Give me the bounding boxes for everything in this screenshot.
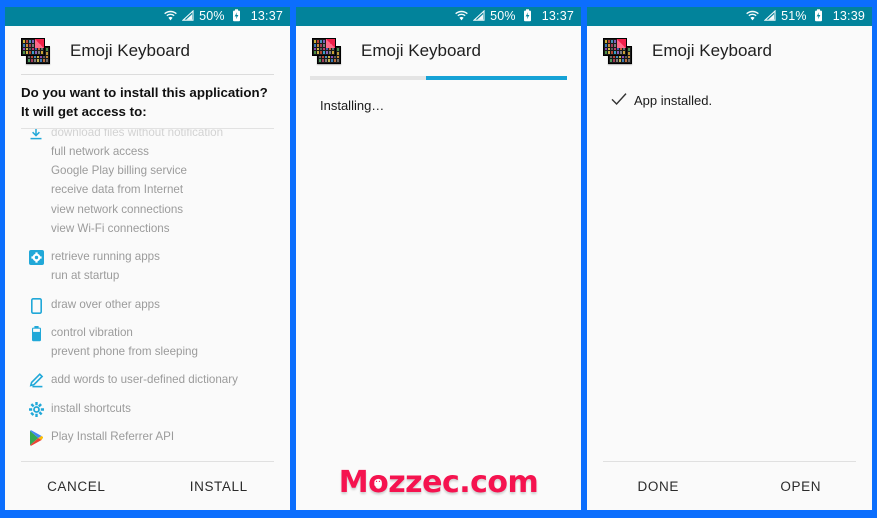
permission-item: receive data from Internet [51,183,184,197]
footer-buttons: CANCEL INSTALL [5,462,290,510]
installed-status-row: App installed. [587,74,872,109]
permission-item: view Wi-Fi connections [51,221,170,235]
footer-buttons: DONE OPEN [587,462,872,510]
permission-item: retrieve running apps [51,250,160,264]
app-title: Emoji Keyboard [652,41,773,60]
permission-group: download files without notification full… [21,128,274,238]
status-bar: 50% 13:37 [296,5,581,26]
status-bar: 51% 13:39 [587,5,872,26]
install-question: Do you want to install this application?… [21,85,268,119]
app-title: Emoji Keyboard [361,41,482,60]
permissions-list: download files without notification full… [21,128,274,446]
download-icon [21,128,51,141]
status-bar: 50% 13:37 [5,5,290,26]
emoji-keyboard-app-icon [21,38,51,64]
clock-label: 13:37 [541,8,574,23]
progress-fill [425,76,567,80]
signal-bars-icon [473,10,485,21]
permission-item: download files without notification [51,127,224,139]
clock-label: 13:39 [832,8,865,23]
emoji-keyboard-app-icon [603,38,633,64]
permission-item: Google Play billing service [51,164,187,178]
three-phone-screenshots: 50% 13:37 Emoji Keyboard Do you want to … [0,0,877,518]
install-button[interactable]: INSTALL [148,479,291,494]
permission-item: prevent phone from sleeping [51,345,198,359]
open-button[interactable]: OPEN [730,479,873,494]
installing-label: Installing… [320,98,385,113]
android-robot-icon [374,479,382,487]
wifi-icon [746,10,759,21]
cancel-button[interactable]: CANCEL [5,479,148,494]
wifi-icon [455,10,468,21]
permission-item: install shortcuts [51,401,131,415]
battery-charging-icon [230,9,241,22]
permission-item: Play Install Referrer API [51,429,175,443]
gear-icon [21,399,51,417]
permissions-scroll-area[interactable]: download files without notification full… [21,127,274,461]
app-header: Emoji Keyboard [587,26,872,74]
wifi-icon [164,10,177,21]
google-play-icon [21,427,51,446]
permission-item: add words to user-defined dictionary [51,373,238,387]
permission-group: control vibration prevent phone from sle… [21,314,274,361]
phone-overlay-icon [21,295,51,314]
check-icon [611,92,627,109]
installing-status-text: Installing… [296,80,581,113]
permission-group: draw over other apps [21,286,274,314]
permission-group: retrieve running apps run at startup [21,238,274,285]
phone-screen-installed: 51% 13:39 Emoji Keyboard App installed. … [587,5,872,510]
site-watermark: Mozzec.com [338,465,539,500]
permission-group: install shortcuts [21,390,274,418]
battery-icon [21,323,51,342]
battery-percent-label: 50% [199,8,225,23]
installed-label: App installed. [634,93,713,108]
app-header: Emoji Keyboard [5,26,290,74]
running-apps-icon [21,247,51,266]
done-button[interactable]: DONE [587,479,730,494]
signal-bars-icon [182,10,194,21]
permission-item: draw over other apps [51,297,160,311]
app-header: Emoji Keyboard [296,26,581,74]
pencil-icon [21,370,51,388]
battery-charging-icon [521,9,532,22]
signal-bars-icon [764,10,776,21]
permission-item: view network connections [51,202,184,216]
permission-item: control vibration [51,325,133,339]
permission-group: Play Install Referrer API [21,418,274,446]
phone-screen-permissions: 50% 13:37 Emoji Keyboard Do you want to … [5,5,290,510]
clock-label: 13:37 [250,8,283,23]
app-title: Emoji Keyboard [70,41,191,60]
permission-group: add words to user-defined dictionary [21,361,274,389]
phone-screen-installing: 50% 13:37 Emoji Keyboard Installing… M z… [296,5,581,510]
battery-charging-icon [812,9,823,22]
install-progress-bar [310,76,567,80]
battery-percent-label: 50% [490,8,516,23]
permission-item: run at startup [51,269,120,283]
permission-item: full network access [51,144,149,158]
emoji-keyboard-app-icon [312,38,342,64]
battery-percent-label: 51% [781,8,807,23]
